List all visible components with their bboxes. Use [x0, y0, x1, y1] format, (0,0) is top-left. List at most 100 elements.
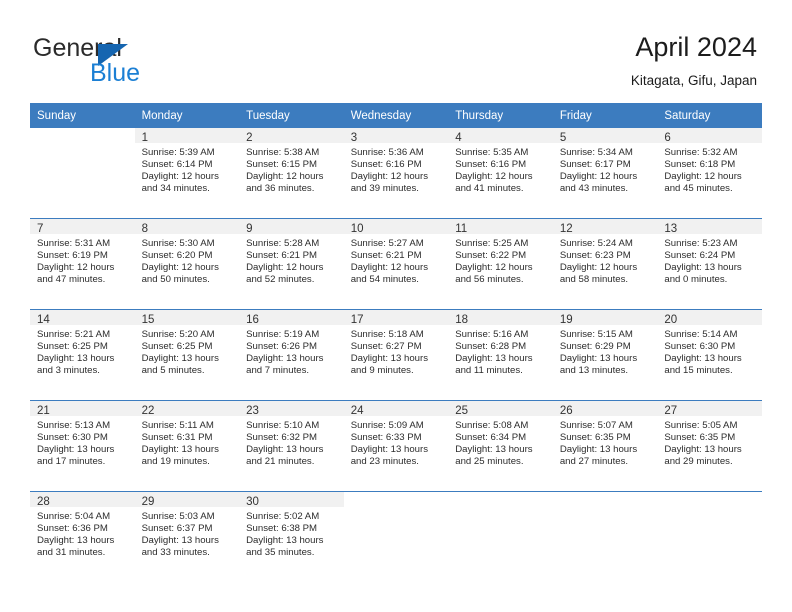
day-cell[interactable] [343, 491, 449, 582]
calendar-week-row: 28 Sunrise: 5:04 AM Sunset: 6:36 PM Dayligh… [30, 491, 762, 582]
sunrise-text: Sunrise: 5:32 AM [664, 147, 738, 158]
sunrise-text: Sunrise: 5:19 AM [246, 329, 320, 340]
day-cell[interactable]: 25 Sunrise: 5:08 AM Sunset: 6:34 PM Dayligh… [448, 400, 553, 492]
day-cell[interactable]: 12 Sunrise: 5:24 AM Sunset: 6:23 PM Dayligh… [552, 218, 658, 310]
day-cell[interactable]: 1 Sunrise: 5:39 AM Sunset: 6:14 PM Daylight… [134, 128, 240, 219]
day-cell[interactable]: 8 Sunrise: 5:30 AM Sunset: 6:20 PM Daylight… [134, 218, 240, 310]
day-cell[interactable]: 22 Sunrise: 5:11 AM Sunset: 6:31 PM Dayligh… [134, 400, 240, 492]
sunset-text: Sunset: 6:23 PM [559, 250, 631, 262]
day-cell[interactable]: 11 Sunrise: 5:25 AM Sunset: 6:22 PM Dayligh… [448, 218, 553, 310]
day-cell[interactable] [657, 491, 762, 582]
day-number: 24 [343, 401, 449, 417]
day-number: 27 [657, 401, 762, 417]
day-number: 17 [343, 310, 449, 326]
sunrise-text: Sunrise: 5:31 AM [37, 238, 111, 249]
day-details: Sunrise: 5:23 AM Sunset: 6:24 PM Daylight:… [657, 234, 762, 286]
daylight-text-line2: and 58 minutes. [559, 274, 629, 286]
sunrise-text: Sunrise: 5:35 AM [455, 147, 529, 158]
daylight-text-line2: and 23 minutes. [350, 456, 419, 468]
daylight-text-line2: and 7 minutes. [246, 365, 310, 377]
day-details: Sunrise: 5:05 AM Sunset: 6:35 PM Daylight:… [657, 416, 762, 468]
day-details: Sunrise: 5:19 AM Sunset: 6:26 PM Daylight:… [239, 325, 344, 377]
brand-logo[interactable]: General Blue [33, 34, 213, 87]
daylight-text-line2: and 35 minutes. [246, 547, 315, 559]
day-cell[interactable] [552, 491, 658, 582]
day-details: Sunrise: 5:13 AM Sunset: 6:30 PM Daylight:… [30, 416, 135, 468]
sunrise-text: Sunrise: 5:05 AM [664, 420, 738, 431]
day-cell[interactable]: 27 Sunrise: 5:05 AM Sunset: 6:35 PM Dayligh… [657, 400, 762, 492]
day-cell[interactable]: 19 Sunrise: 5:15 AM Sunset: 6:29 PM Dayligh… [552, 309, 658, 401]
day-number: 23 [239, 401, 344, 417]
sunrise-text: Sunrise: 5:36 AM [350, 147, 424, 158]
sunrise-text: Sunrise: 5:38 AM [246, 147, 320, 158]
daylight-text-line1: Daylight: 12 hours [455, 262, 533, 274]
day-cell[interactable]: 15 Sunrise: 5:20 AM Sunset: 6:25 PM Dayligh… [134, 309, 240, 401]
day-cell[interactable]: 6 Sunrise: 5:32 AM Sunset: 6:18 PM Daylight… [657, 128, 762, 219]
daylight-text-line2: and 47 minutes. [37, 274, 106, 286]
day-cell[interactable]: 4 Sunrise: 5:35 AM Sunset: 6:16 PM Daylight… [448, 128, 553, 219]
day-number: 9 [239, 219, 344, 235]
day-details: Sunrise: 5:04 AM Sunset: 6:36 PM Daylight:… [30, 507, 135, 559]
day-number [30, 128, 135, 143]
day-cell[interactable]: 5 Sunrise: 5:34 AM Sunset: 6:17 PM Daylight… [552, 128, 658, 219]
day-cell[interactable]: 20 Sunrise: 5:14 AM Sunset: 6:30 PM Dayligh… [657, 309, 762, 401]
day-cell[interactable]: 26 Sunrise: 5:07 AM Sunset: 6:35 PM Dayligh… [552, 400, 658, 492]
day-cell[interactable] [30, 128, 135, 219]
day-details: Sunrise: 5:09 AM Sunset: 6:33 PM Daylight:… [344, 416, 449, 468]
daylight-text-line1: Daylight: 12 hours [664, 171, 742, 183]
day-cell[interactable]: 14 Sunrise: 5:21 AM Sunset: 6:25 PM Dayligh… [30, 309, 135, 401]
day-number [448, 492, 553, 507]
day-details [657, 507, 762, 511]
daylight-text-line2: and 19 minutes. [141, 456, 210, 468]
day-details: Sunrise: 5:24 AM Sunset: 6:23 PM Daylight:… [553, 234, 658, 286]
sunrise-text: Sunrise: 5:16 AM [455, 329, 529, 340]
day-cell[interactable]: 9 Sunrise: 5:28 AM Sunset: 6:21 PM Daylight… [239, 218, 344, 310]
day-details: Sunrise: 5:32 AM Sunset: 6:18 PM Daylight:… [657, 143, 762, 195]
day-details: Sunrise: 5:07 AM Sunset: 6:35 PM Daylight:… [553, 416, 658, 468]
day-details: Sunrise: 5:27 AM Sunset: 6:21 PM Daylight:… [344, 234, 449, 286]
calendar-week-row: 14 Sunrise: 5:21 AM Sunset: 6:25 PM Dayligh… [30, 309, 762, 401]
calendar-week-row: 1 Sunrise: 5:39 AM Sunset: 6:14 PM Daylight… [30, 128, 762, 219]
day-details: Sunrise: 5:30 AM Sunset: 6:20 PM Daylight:… [135, 234, 240, 286]
daylight-text-line1: Daylight: 13 hours [664, 444, 742, 456]
day-cell[interactable]: 18 Sunrise: 5:16 AM Sunset: 6:28 PM Dayligh… [448, 309, 553, 401]
day-cell[interactable]: 17 Sunrise: 5:18 AM Sunset: 6:27 PM Dayligh… [343, 309, 449, 401]
day-cell[interactable]: 3 Sunrise: 5:36 AM Sunset: 6:16 PM Daylight… [343, 128, 449, 219]
daylight-text-line2: and 43 minutes. [559, 183, 629, 195]
sunset-text: Sunset: 6:15 PM [246, 159, 318, 171]
weekday-header-tuesday: Tuesday [239, 103, 344, 128]
daylight-text-line1: Daylight: 12 hours [559, 171, 638, 183]
day-cell[interactable]: 21 Sunrise: 5:13 AM Sunset: 6:30 PM Dayligh… [30, 400, 135, 492]
sunrise-text: Sunrise: 5:11 AM [141, 420, 214, 431]
sunrise-text: Sunrise: 5:09 AM [350, 420, 424, 431]
day-cell[interactable]: 30 Sunrise: 5:02 AM Sunset: 6:38 PM Dayligh… [239, 491, 344, 582]
day-details: Sunrise: 5:10 AM Sunset: 6:32 PM Daylight:… [239, 416, 344, 468]
day-cell[interactable] [448, 491, 553, 582]
day-cell[interactable]: 7 Sunrise: 5:31 AM Sunset: 6:19 PM Daylight… [30, 218, 135, 310]
day-number: 7 [30, 219, 135, 235]
day-cell[interactable]: 2 Sunrise: 5:38 AM Sunset: 6:15 PM Daylight… [239, 128, 344, 219]
daylight-text-line2: and 3 minutes. [37, 365, 100, 377]
day-cell[interactable]: 28 Sunrise: 5:04 AM Sunset: 6:36 PM Dayligh… [30, 491, 135, 582]
day-cell[interactable]: 29 Sunrise: 5:03 AM Sunset: 6:37 PM Dayligh… [134, 491, 240, 582]
daylight-text-line2: and 15 minutes. [664, 365, 733, 377]
daylight-text-line2: and 56 minutes. [455, 274, 524, 286]
sunset-text: Sunset: 6:30 PM [37, 432, 108, 444]
day-cell[interactable]: 23 Sunrise: 5:10 AM Sunset: 6:32 PM Dayligh… [239, 400, 344, 492]
day-number: 22 [134, 401, 240, 417]
daylight-text-line1: Daylight: 12 hours [455, 171, 533, 183]
day-cell[interactable]: 24 Sunrise: 5:09 AM Sunset: 6:33 PM Dayligh… [343, 400, 449, 492]
day-cell[interactable]: 10 Sunrise: 5:27 AM Sunset: 6:21 PM Dayligh… [343, 218, 449, 310]
sunrise-text: Sunrise: 5:03 AM [141, 511, 215, 522]
sunrise-text: Sunrise: 5:10 AM [246, 420, 320, 431]
day-number: 20 [657, 310, 762, 326]
day-details: Sunrise: 5:21 AM Sunset: 6:25 PM Daylight:… [30, 325, 135, 377]
day-details: Sunrise: 5:14 AM Sunset: 6:30 PM Daylight:… [657, 325, 762, 377]
sunset-text: Sunset: 6:37 PM [141, 523, 213, 535]
daylight-text-line1: Daylight: 13 hours [350, 353, 429, 365]
daylight-text-line2: and 34 minutes. [141, 183, 210, 195]
sunrise-text: Sunrise: 5:07 AM [559, 420, 633, 431]
daylight-text-line1: Daylight: 13 hours [559, 444, 638, 456]
day-cell[interactable]: 16 Sunrise: 5:19 AM Sunset: 6:26 PM Dayligh… [239, 309, 344, 401]
day-cell[interactable]: 13 Sunrise: 5:23 AM Sunset: 6:24 PM Dayligh… [657, 218, 762, 310]
